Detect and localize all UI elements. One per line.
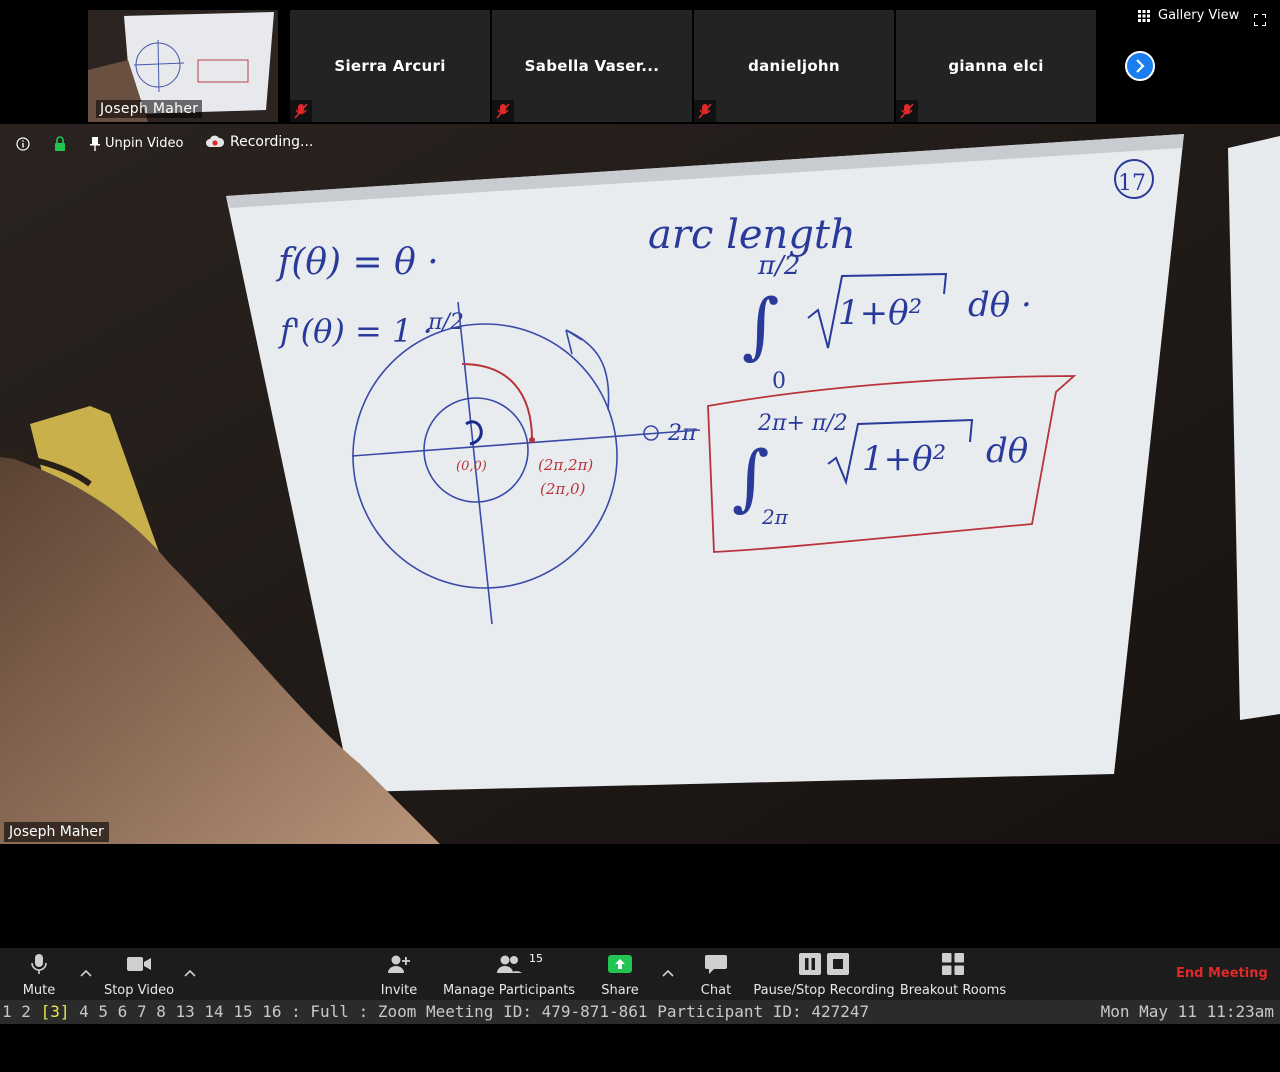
chat-bubble-icon <box>704 948 728 980</box>
label-point-2pi-2pi: (2π,2π) <box>538 456 593 474</box>
invite-button[interactable]: Invite <box>374 948 424 1000</box>
microphone-icon <box>31 948 47 980</box>
main-video: f(θ) = θ · f'(θ) = 1 · π/2 arc length 2π… <box>0 124 1280 844</box>
integral1-integrand: 1+θ² <box>838 293 922 333</box>
pause-stop-recording-button[interactable]: Pause/Stop Recording <box>753 948 895 1000</box>
workspace-14[interactable]: 14 <box>204 1002 223 1021</box>
share-label: Share <box>601 983 639 998</box>
workspace-6[interactable]: 6 <box>118 1002 128 1021</box>
unpin-video-button[interactable]: Unpin Video <box>90 136 183 151</box>
workspace-2[interactable]: 2 <box>21 1002 31 1021</box>
chat-button[interactable]: Chat <box>694 948 738 1000</box>
workspace-3[interactable]: [3] <box>41 1002 70 1021</box>
mic-muted-icon <box>290 100 312 122</box>
whiteboard-video-feed: f(θ) = θ · f'(θ) = 1 · π/2 arc length 2π… <box>0 124 1280 844</box>
gallery-view-label: Gallery View <box>1158 8 1240 23</box>
stop-video-label: Stop Video <box>103 983 175 998</box>
participants-icon: 15 <box>495 948 543 980</box>
integral2-upper-limit: 2π+ π/2 <box>757 411 848 436</box>
share-screen-icon <box>607 948 633 980</box>
participant-name: gianna elci <box>948 57 1044 75</box>
share-options-caret-icon[interactable] <box>662 962 674 981</box>
chevron-right-icon <box>1136 59 1145 73</box>
workspace-5[interactable]: 5 <box>98 1002 108 1021</box>
meeting-toolbar: Mute Stop Video Invite 15 Manage Partici… <box>0 948 1280 1000</box>
fullscreen-icon[interactable] <box>1253 11 1267 30</box>
mic-muted-icon <box>492 100 514 122</box>
pause-icon <box>799 953 821 975</box>
lock-icon[interactable] <box>54 136 66 156</box>
equation-f-theta: f(θ) = θ · <box>275 242 439 283</box>
thumbnail-name: Joseph Maher <box>96 100 203 118</box>
integral1-differential: dθ · <box>968 285 1032 325</box>
integral2-differential: dθ <box>986 431 1028 471</box>
workspace-list: 1 2 [3] 4 5 6 7 8 13 14 15 16 : Full : Z… <box>2 1000 869 1024</box>
status-layout-text: : Full : Zoom Meeting ID: 479-871-861 Pa… <box>291 1002 870 1021</box>
thumbnail-sierra-arcuri[interactable]: Sierra Arcuri <box>290 10 490 122</box>
gallery-strip: Joseph Maher Sierra Arcuri Sabella Vaser… <box>0 0 1280 124</box>
thumbnail-joseph-maher[interactable]: Joseph Maher <box>88 10 278 122</box>
mute-label: Mute <box>22 983 56 998</box>
pause-stop-recording-label: Pause/Stop Recording <box>753 983 895 998</box>
recording-label: Recording... <box>230 134 314 150</box>
info-icon[interactable] <box>16 137 30 155</box>
mute-button[interactable]: Mute <box>14 948 64 1000</box>
workspace-1[interactable]: 1 <box>2 1002 12 1021</box>
meeting-info-bar: Unpin Video Recording... <box>0 124 330 164</box>
label-pi-over-2: π/2 <box>427 310 464 335</box>
workspace-13[interactable]: 13 <box>176 1002 195 1021</box>
video-options-caret-icon[interactable] <box>184 962 196 981</box>
mic-muted-icon <box>896 100 918 122</box>
thumbnail-sabella-vaser[interactable]: Sabella Vaser... <box>492 10 692 122</box>
integral1-lower-limit: 0 <box>772 369 786 394</box>
workspace-16[interactable]: 16 <box>262 1002 281 1021</box>
page-number: 17 <box>1118 171 1146 196</box>
recording-indicator[interactable]: Recording... <box>206 134 313 150</box>
participant-name: Sabella Vaser... <box>524 57 660 75</box>
end-meeting-button[interactable]: End Meeting <box>1176 966 1268 981</box>
speaker-name-tag: Joseph Maher <box>4 822 109 842</box>
share-button[interactable]: Share <box>596 948 644 1000</box>
integral2-integrand: 1+θ² <box>862 439 946 479</box>
stop-video-button[interactable]: Stop Video <box>100 948 178 1000</box>
desktop-status-bar: 1 2 [3] 4 5 6 7 8 13 14 15 16 : Full : Z… <box>0 1000 1280 1024</box>
breakout-rooms-button[interactable]: Breakout Rooms <box>899 948 1007 1000</box>
audio-options-caret-icon[interactable] <box>80 962 92 981</box>
video-camera-icon <box>126 948 152 980</box>
manage-participants-button[interactable]: 15 Manage Participants <box>442 948 576 1000</box>
add-user-icon <box>387 948 411 980</box>
workspace-7[interactable]: 7 <box>137 1002 147 1021</box>
invite-label: Invite <box>380 983 418 998</box>
gallery-view-button[interactable]: Gallery View <box>1138 8 1239 23</box>
thumbnail-gianna-elci[interactable]: gianna elci <box>896 10 1096 122</box>
workspace-4[interactable]: 4 <box>79 1002 89 1021</box>
label-2pi-axis: 2π <box>667 421 697 446</box>
integral1-upper-limit: π/2 <box>757 251 800 281</box>
heading-arc-length: arc length <box>648 212 856 258</box>
integral-sign-1: ∫ <box>742 283 780 367</box>
mic-muted-icon <box>694 100 716 122</box>
participants-count: 15 <box>529 952 543 965</box>
participant-name: Sierra Arcuri <box>334 57 446 75</box>
stop-icon <box>827 953 849 975</box>
unpin-video-label: Unpin Video <box>105 136 184 151</box>
clock: Mon May 11 11:23am <box>1100 1002 1274 1021</box>
breakout-rooms-icon <box>942 948 964 980</box>
grid-icon <box>1138 9 1150 22</box>
breakout-rooms-label: Breakout Rooms <box>899 983 1007 998</box>
workspace-8[interactable]: 8 <box>156 1002 166 1021</box>
next-page-button[interactable] <box>1125 51 1155 81</box>
workspace-15[interactable]: 15 <box>233 1002 252 1021</box>
participant-name: danieljohn <box>748 57 840 75</box>
label-origin: (0,0) <box>456 459 487 474</box>
label-point-2pi-0: (2π,0) <box>540 480 586 498</box>
cloud-recording-icon <box>206 135 224 147</box>
integral2-lower-limit: 2π <box>761 505 789 529</box>
manage-participants-label: Manage Participants <box>442 983 576 998</box>
chat-label: Chat <box>700 983 732 998</box>
pin-icon <box>90 136 100 151</box>
thumbnail-danieljohn[interactable]: danieljohn <box>694 10 894 122</box>
equation-f-prime-theta: f'(θ) = 1 · <box>278 312 433 350</box>
